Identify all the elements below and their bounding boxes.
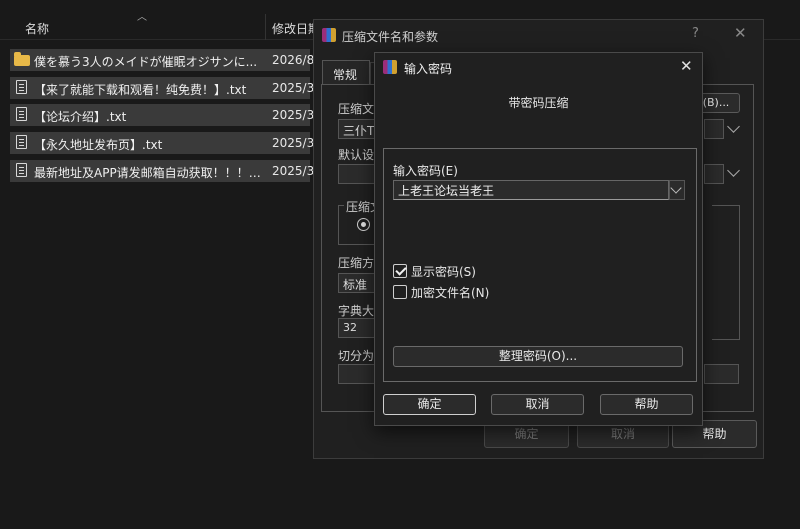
- profile-dropdown-right[interactable]: [704, 164, 724, 184]
- show-password-checkbox[interactable]: [393, 264, 407, 278]
- help-icon[interactable]: ?: [692, 26, 699, 41]
- split-volumes-unit[interactable]: [704, 364, 739, 384]
- format-radio[interactable]: [357, 218, 370, 231]
- encrypt-file-names-label[interactable]: 加密文件名(N): [411, 284, 489, 301]
- enter-password-dialog: 输入密码 ✕ 带密码压缩 输入密码(E) 显示密码(S) 加密文件名(N) 整理…: [374, 52, 703, 426]
- folder-icon: [14, 52, 30, 66]
- file-name: 【永久地址发布页】.txt: [34, 138, 163, 152]
- winrar-icon: [383, 60, 397, 74]
- ok-button[interactable]: 确定: [383, 394, 476, 415]
- profile-dropdown[interactable]: [338, 164, 378, 184]
- file-name: 【论坛介绍】.txt: [34, 110, 127, 124]
- radio-dot: [361, 222, 366, 227]
- compression-method-dropdown[interactable]: 标准: [338, 273, 378, 293]
- archive-name-label: 压缩文: [338, 102, 375, 116]
- password-label: 输入密码(E): [393, 164, 458, 178]
- split-volumes-input[interactable]: [338, 364, 378, 384]
- tab-general-label: 常规: [333, 68, 358, 82]
- sort-ascending-icon: ︿: [137, 12, 147, 23]
- chevron-down-icon: [670, 182, 682, 194]
- options-group: [712, 205, 740, 340]
- organize-passwords-button[interactable]: 整理密码(O)...: [393, 346, 683, 367]
- column-separator[interactable]: [265, 14, 266, 40]
- list-item[interactable]: 【来了就能下载和观看！纯免费！】.txt 2025/3: [10, 77, 314, 99]
- file-date: 2025/3: [272, 164, 315, 178]
- default-profile-label: 默认设: [338, 148, 375, 162]
- password-dialog-titlebar[interactable]: 输入密码 ✕: [375, 53, 702, 81]
- file-icon: [16, 163, 27, 177]
- list-item[interactable]: 【永久地址发布页】.txt 2025/3: [10, 132, 314, 154]
- archive-dialog-title: 压缩文件名和参数: [342, 30, 439, 44]
- winrar-icon: [322, 28, 336, 42]
- archive-name-dropdown[interactable]: [704, 119, 724, 139]
- list-item[interactable]: 最新地址及APP请发邮箱自动获取！！！.... 2025/3: [10, 160, 314, 182]
- compression-method-label: 压缩方: [338, 256, 375, 270]
- encrypt-file-names-checkbox[interactable]: [393, 285, 407, 299]
- file-icon: [16, 135, 27, 149]
- column-name[interactable]: 名称: [25, 20, 49, 37]
- file-date: 2025/3: [272, 81, 315, 95]
- close-icon[interactable]: ✕: [680, 57, 693, 75]
- archive-dialog-titlebar[interactable]: 压缩文件名和参数 ? ✕: [314, 20, 763, 50]
- file-date: 2026/8: [272, 53, 315, 67]
- password-input[interactable]: [393, 180, 669, 200]
- close-icon[interactable]: ✕: [734, 24, 747, 42]
- file-date: 2025/3: [272, 108, 315, 122]
- list-item[interactable]: 僕を慕う3人のメイドが催眠オジサンに... 2026/8: [10, 49, 314, 71]
- file-name: 【来了就能下载和观看！纯免费！】.txt: [34, 83, 247, 97]
- split-volumes-label: 切分为: [338, 349, 375, 363]
- file-date: 2025/3: [272, 136, 315, 150]
- password-heading: 带密码压缩: [508, 96, 569, 110]
- tab-general[interactable]: 常规: [322, 60, 370, 84]
- file-icon: [16, 107, 27, 121]
- list-item[interactable]: 【论坛介绍】.txt 2025/3: [10, 104, 314, 126]
- help-button[interactable]: 帮助: [600, 394, 693, 415]
- dictionary-size-label: 字典大: [338, 304, 375, 318]
- file-name: 最新地址及APP请发邮箱自动获取！！！....: [34, 166, 262, 180]
- password-dialog-title: 输入密码: [404, 62, 453, 76]
- archive-name-input[interactable]: 三仆TR: [338, 119, 378, 139]
- file-name: 僕を慕う3人のメイドが催眠オジサンに...: [34, 55, 258, 69]
- password-history-dropdown[interactable]: [669, 180, 685, 200]
- show-password-label[interactable]: 显示密码(S): [411, 263, 476, 280]
- cancel-button[interactable]: 取消: [491, 394, 584, 415]
- dictionary-size-dropdown[interactable]: 32: [338, 318, 378, 338]
- file-icon: [16, 80, 27, 94]
